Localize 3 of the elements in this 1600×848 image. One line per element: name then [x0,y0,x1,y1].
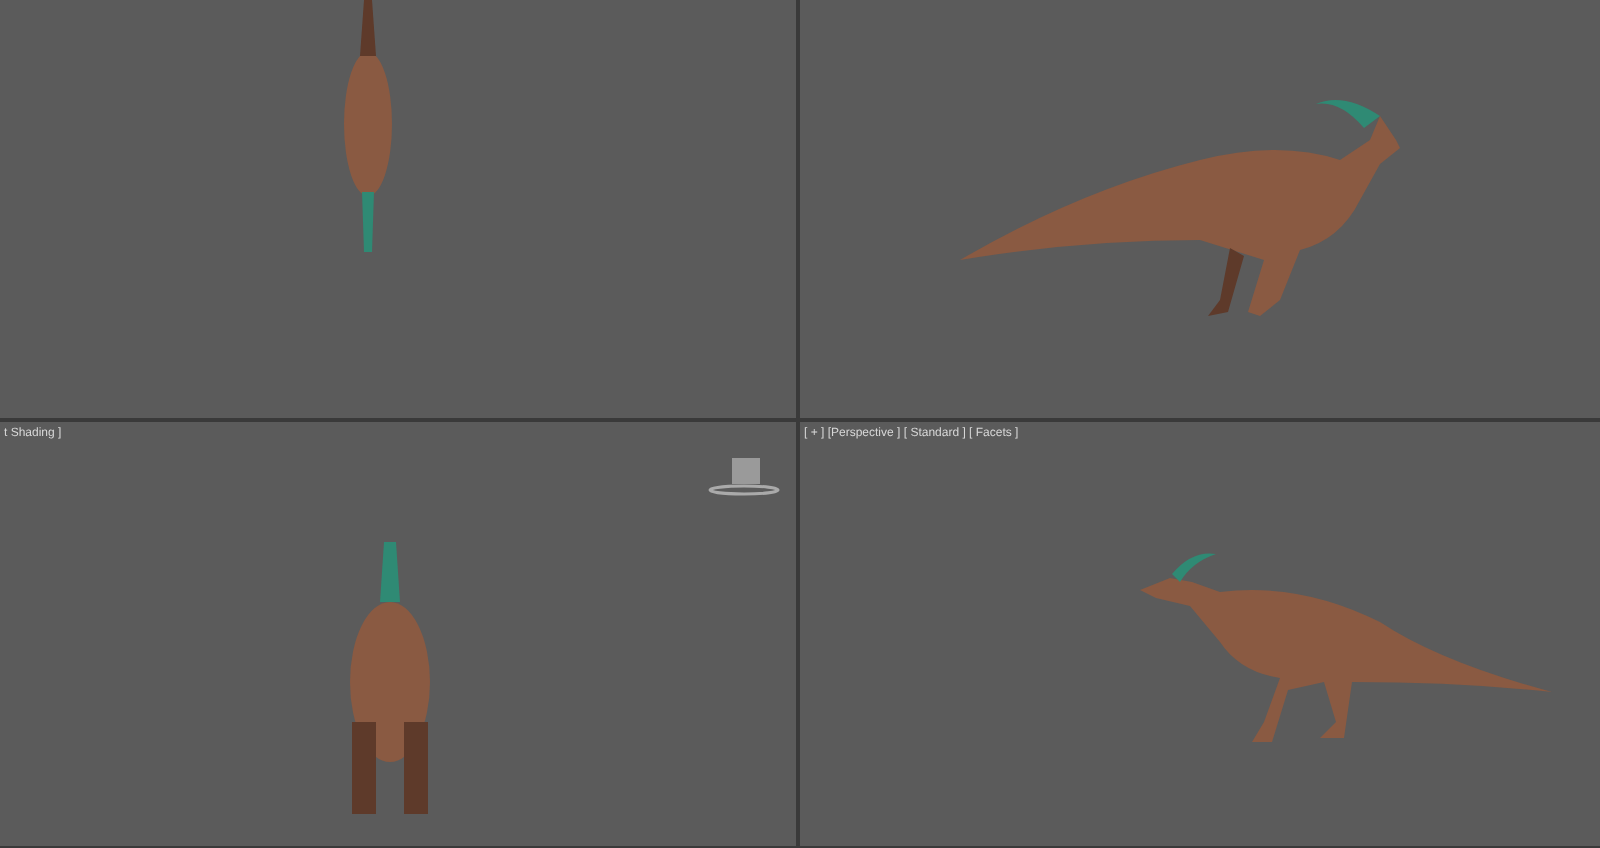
viewport[interactable] [0,0,796,418]
viewport[interactable] [800,0,1600,418]
view-cube-icon[interactable] [708,458,780,498]
